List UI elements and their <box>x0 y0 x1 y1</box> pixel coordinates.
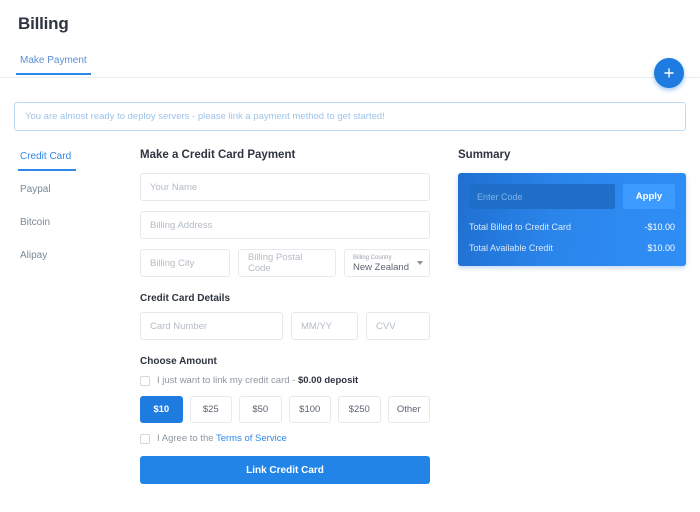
billing-postal-input[interactable]: Billing Postal Code <box>238 249 336 277</box>
coupon-row: Enter Code Apply <box>469 184 675 209</box>
name-input[interactable]: Your Name <box>140 173 430 201</box>
terms-of-service-link[interactable]: Terms of Service <box>216 433 287 444</box>
city-postal-country-row: Billing City Billing Postal Code Billing… <box>140 249 430 277</box>
tab-make-payment[interactable]: Make Payment <box>16 55 91 75</box>
summary-row-total-billed: Total Billed to Credit Card -$10.00 <box>469 222 675 232</box>
summary-panel: Summary Enter Code Apply Total Billed to… <box>430 149 686 484</box>
payment-method-nav: Credit Card Paypal Bitcoin Alipay <box>14 149 140 484</box>
summary-label-available-credit: Total Available Credit <box>469 243 553 253</box>
link-only-checkbox-row: I just want to link my credit card - $0.… <box>140 375 430 386</box>
billing-body: Credit Card Paypal Bitcoin Alipay Make a… <box>0 131 700 484</box>
card-number-input[interactable]: Card Number <box>140 312 283 340</box>
summary-label-total-billed: Total Billed to Credit Card <box>469 222 572 232</box>
card-details-title: Credit Card Details <box>140 293 231 304</box>
amount-option-50[interactable]: $50 <box>239 396 282 423</box>
amount-option-10[interactable]: $10 <box>140 396 183 423</box>
amount-option-other[interactable]: Other <box>387 396 430 423</box>
sidebar-item-alipay[interactable]: Alipay <box>14 250 140 270</box>
billing-country-label: Billing Country <box>353 254 392 261</box>
billing-country-select[interactable]: Billing Country New Zealand <box>344 249 430 277</box>
link-credit-card-button[interactable]: Link Credit Card <box>140 456 430 484</box>
terms-label: I Agree to the Terms of Service <box>157 433 287 444</box>
choose-amount-title: Choose Amount <box>140 356 217 367</box>
card-cvv-input[interactable]: CVV <box>366 312 430 340</box>
billing-address-input[interactable]: Billing Address <box>140 211 430 239</box>
summary-row-available-credit: Total Available Credit $10.00 <box>469 243 675 253</box>
page-header: Billing <box>0 0 700 34</box>
card-details-row: Card Number MM/YY CVV <box>140 312 430 340</box>
credit-card-form: Make a Credit Card Payment Your Name Bil… <box>140 149 430 484</box>
link-only-label: I just want to link my credit card - $0.… <box>157 375 359 386</box>
terms-checkbox-row: I Agree to the Terms of Service <box>140 433 430 444</box>
amount-option-25[interactable]: $25 <box>189 396 232 423</box>
summary-card: Enter Code Apply Total Billed to Credit … <box>458 173 686 266</box>
add-button[interactable] <box>654 58 684 88</box>
chevron-down-icon <box>417 261 423 265</box>
info-banner: You are almost ready to deploy servers -… <box>14 102 686 131</box>
amount-option-100[interactable]: $100 <box>288 396 331 423</box>
summary-title: Summary <box>458 149 511 161</box>
link-only-amount: $0.00 deposit <box>297 375 359 386</box>
billing-country-value: New Zealand <box>353 261 409 273</box>
amount-options: $10 $25 $50 $100 $250 Other <box>140 396 430 423</box>
link-only-checkbox[interactable] <box>140 375 150 386</box>
sidebar-item-credit-card[interactable]: Credit Card <box>14 151 140 171</box>
apply-coupon-button[interactable]: Apply <box>623 184 675 209</box>
billing-city-input[interactable]: Billing City <box>140 249 230 277</box>
page-title: Billing <box>18 14 69 33</box>
terms-checkbox[interactable] <box>140 433 150 444</box>
plus-icon <box>663 67 675 79</box>
summary-value-total-billed: -$10.00 <box>644 222 675 232</box>
top-tab-bar: Make Payment <box>0 50 700 78</box>
sidebar-item-bitcoin[interactable]: Bitcoin <box>14 217 140 237</box>
summary-value-available-credit: $10.00 <box>647 243 675 253</box>
sidebar-item-paypal[interactable]: Paypal <box>14 184 140 204</box>
amount-option-250[interactable]: $250 <box>338 396 381 423</box>
coupon-code-input[interactable]: Enter Code <box>469 184 615 209</box>
form-title: Make a Credit Card Payment <box>140 149 296 161</box>
card-expiry-input[interactable]: MM/YY <box>291 312 358 340</box>
